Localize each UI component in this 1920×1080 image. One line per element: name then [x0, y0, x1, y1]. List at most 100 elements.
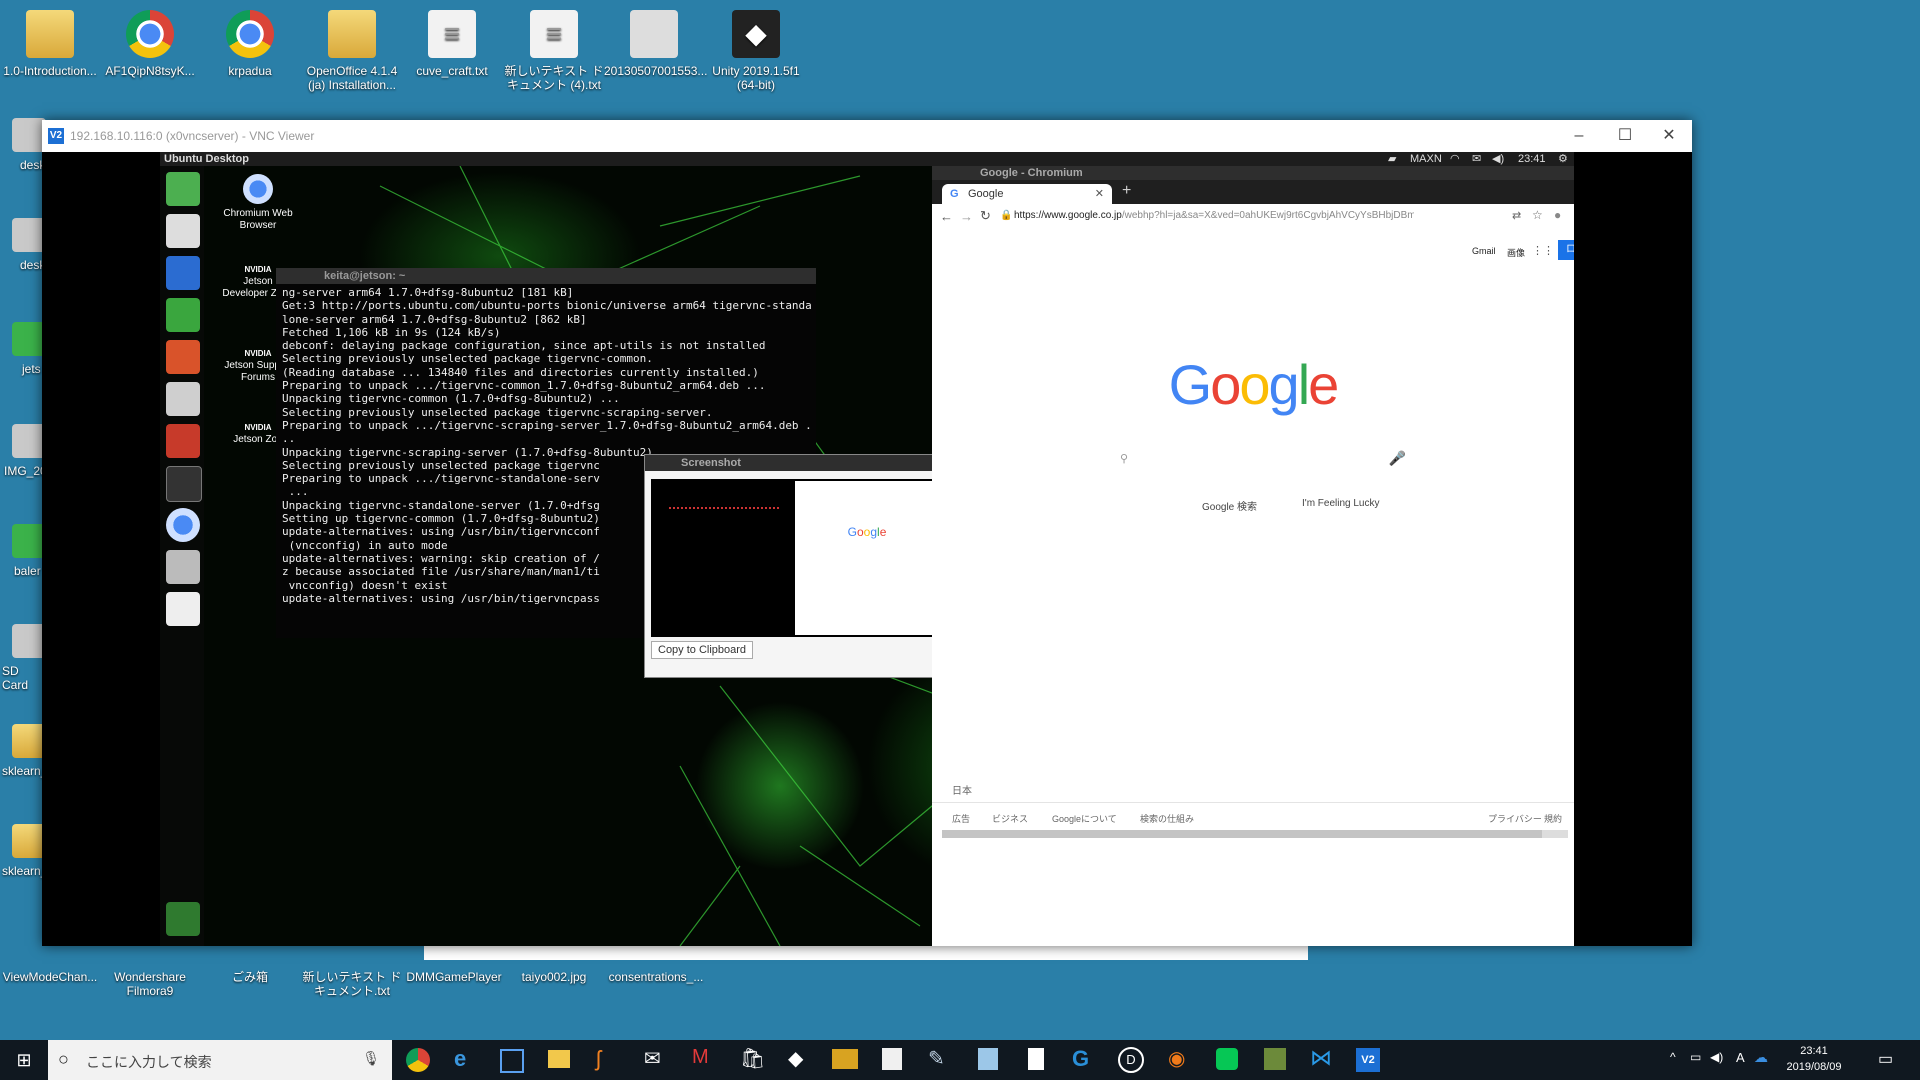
- desktop-icon-dmm[interactable]: DMMGamePlayer: [404, 970, 504, 984]
- new-tab-button[interactable]: +: [1122, 182, 1131, 200]
- sublime-icon[interactable]: ʃ: [596, 1046, 601, 1072]
- blender-icon[interactable]: ◉: [1168, 1046, 1185, 1071]
- screenshot-icon[interactable]: [166, 550, 200, 584]
- app-icon[interactable]: [882, 1048, 902, 1070]
- terminal-title-bar[interactable]: keita@jetson: ~: [276, 268, 816, 284]
- files-icon[interactable]: [166, 214, 200, 248]
- google-search-button[interactable]: Google 検索: [1202, 498, 1257, 513]
- microphone-icon[interactable]: 🎙: [362, 1050, 380, 1067]
- feeling-lucky-button[interactable]: I'm Feeling Lucky: [1302, 498, 1380, 509]
- images-link[interactable]: 画像: [1507, 246, 1525, 259]
- vnc-title-bar[interactable]: V2 192.168.10.116:0 (x0vncserver) - VNC …: [42, 120, 1692, 152]
- store-icon[interactable]: 🛍: [740, 1046, 765, 1071]
- forward-arrow-icon[interactable]: →: [960, 209, 973, 224]
- terminal-icon[interactable]: [166, 466, 202, 502]
- desktop-icon-left[interactable]: jets: [0, 322, 46, 376]
- unity-icon[interactable]: ◆: [788, 1046, 803, 1071]
- windows-start-icon[interactable]: ⊞: [0, 1040, 48, 1080]
- horizontal-scrollbar[interactable]: [942, 830, 1568, 838]
- mail-icon[interactable]: ✉: [1472, 152, 1481, 166]
- footer-privacy-link[interactable]: プライバシー: [1488, 812, 1542, 825]
- desktop-icon-filmora[interactable]: Wondershare Filmora9: [100, 970, 200, 998]
- desktop-icon-viewmode[interactable]: ViewModeChan...: [0, 970, 100, 984]
- ubuntu-icon-chromium[interactable]: Chromium Web Browser: [222, 174, 294, 232]
- onedrive-icon[interactable]: ☁: [1754, 1049, 1768, 1066]
- footer-business-link[interactable]: ビジネス: [992, 812, 1028, 825]
- desktop-icon-taiyo[interactable]: taiyo002.jpg: [504, 970, 604, 984]
- impress-icon[interactable]: [166, 340, 200, 374]
- chevron-up-icon[interactable]: ^: [1670, 1050, 1676, 1064]
- minimize-button[interactable]: –: [1556, 120, 1602, 152]
- address-bar[interactable]: https://www.google.co.jp/webhp?hl=ja&sa=…: [1014, 210, 1414, 221]
- mail-icon[interactable]: ✉: [644, 1046, 661, 1071]
- chromium-window[interactable]: Google - Chromium G Google ✕ + ← → ↻ 🔒 h…: [932, 166, 1574, 946]
- desktop-icon-left[interactable]: sklearn_: [0, 724, 47, 778]
- footer-about-link[interactable]: Googleについて: [1052, 812, 1117, 825]
- chromium-icon[interactable]: [166, 508, 200, 542]
- desktop-icon-left[interactable]: sklearn_: [0, 824, 47, 878]
- menu-icon[interactable]: ⋮: [1572, 208, 1574, 222]
- system-settings-icon[interactable]: [166, 172, 200, 206]
- software-icon[interactable]: [166, 382, 200, 416]
- footer-terms-link[interactable]: 規約: [1544, 812, 1562, 825]
- desktop-icon-left[interactable]: IMG_20: [0, 424, 47, 478]
- footer-how-search-works-link[interactable]: 検索の仕組み: [1140, 812, 1194, 825]
- desktop-icon-chrome-krpadua[interactable]: krpadua: [200, 10, 300, 78]
- reload-icon[interactable]: ↻: [980, 208, 991, 224]
- chrome-icon[interactable]: [406, 1048, 430, 1072]
- vnc-viewer-taskbar-icon[interactable]: V2: [1356, 1048, 1380, 1072]
- settings-gear-icon[interactable]: ⚙: [1558, 152, 1568, 166]
- scrollbar-thumb[interactable]: [942, 830, 1542, 838]
- tab-google[interactable]: G Google ✕: [942, 184, 1112, 204]
- tools-icon[interactable]: [166, 424, 200, 458]
- star-icon[interactable]: ☆: [1532, 208, 1543, 222]
- login-button[interactable]: ログイン: [1558, 240, 1574, 275]
- close-button[interactable]: ✕: [1646, 120, 1692, 152]
- desktop-icon-chrome-shortcut[interactable]: AF1QipN8tsyK...: [100, 10, 200, 78]
- ubuntu-clock[interactable]: 23:41: [1518, 152, 1546, 166]
- desktop-icon-photo[interactable]: 20130507001553...: [604, 10, 707, 78]
- task-view-icon[interactable]: [500, 1049, 524, 1073]
- desktop-icon-left[interactable]: SD Card: [0, 624, 46, 692]
- calc-icon[interactable]: [166, 298, 200, 332]
- ubuntu-remote-desktop[interactable]: Ubuntu Desktop ▰ MAXN ◠ ✉ ◀) 23:41 ⚙ Chr…: [160, 152, 1574, 946]
- desktop-icon-left[interactable]: desk: [0, 218, 46, 272]
- desktop-icon-folder[interactable]: 1.0-Introduction...: [0, 10, 100, 78]
- desktop-icon-consentrations[interactable]: consentrations_...: [606, 970, 706, 984]
- notes-icon[interactable]: [978, 1048, 998, 1070]
- gmail-link[interactable]: Gmail: [1472, 246, 1496, 256]
- paint-icon[interactable]: ✎: [928, 1046, 945, 1071]
- volume-icon[interactable]: ◀): [1710, 1050, 1723, 1064]
- volume-icon[interactable]: ◀): [1492, 152, 1504, 166]
- desktop-icon-cuve-craft[interactable]: ≡ cuve_craft.txt: [402, 10, 502, 78]
- screenshot-dialog[interactable]: Screenshot Google Copy to Clipboard: [644, 454, 946, 678]
- minecraft-icon[interactable]: [1264, 1048, 1286, 1070]
- translate-icon[interactable]: ⇄: [1512, 209, 1521, 222]
- desktop-icon-new-text[interactable]: 新しいテキスト ドキュメント.txt: [302, 970, 402, 998]
- taskbar-search-box[interactable]: ○ ここに入力して検索 🎙: [48, 1040, 392, 1080]
- desktop-icon-left[interactable]: desk: [0, 118, 46, 172]
- desktop-icon-left[interactable]: baler: [0, 524, 46, 578]
- notification-icon[interactable]: ▭: [1878, 1049, 1893, 1069]
- edge-icon[interactable]: e: [454, 1046, 466, 1072]
- screenshot-title-bar[interactable]: Screenshot: [645, 455, 945, 471]
- back-arrow-icon[interactable]: ←: [940, 209, 953, 224]
- power-mode[interactable]: MAXN: [1410, 152, 1442, 166]
- desktop-icon-new-text-4[interactable]: ≡ 新しいテキスト ドキュメント (4).txt: [504, 10, 604, 92]
- copy-to-clipboard-button[interactable]: Copy to Clipboard: [651, 641, 754, 659]
- search-input[interactable]: ⚲ 🎤: [1120, 448, 1406, 472]
- network-icon[interactable]: ▭: [1690, 1050, 1701, 1064]
- chromium-title-bar[interactable]: Google - Chromium: [932, 166, 1574, 180]
- g-app-icon[interactable]: G: [1072, 1046, 1089, 1072]
- game-icon[interactable]: [832, 1049, 858, 1069]
- ime-indicator[interactable]: A: [1736, 1050, 1745, 1065]
- clock[interactable]: 23:41 2019/08/09: [1774, 1043, 1854, 1075]
- tab-close-icon[interactable]: ✕: [1095, 184, 1104, 204]
- account-icon[interactable]: ●: [1554, 208, 1561, 222]
- desktop-icon-unity[interactable]: ◆ Unity 2019.1.5f1 (64-bit): [706, 10, 806, 92]
- line-icon[interactable]: [1216, 1048, 1238, 1070]
- microphone-icon[interactable]: 🎤: [1389, 450, 1406, 467]
- wifi-icon[interactable]: ◠: [1450, 152, 1460, 166]
- maximize-button[interactable]: ☐: [1602, 120, 1648, 152]
- d-app-icon[interactable]: D: [1118, 1047, 1144, 1073]
